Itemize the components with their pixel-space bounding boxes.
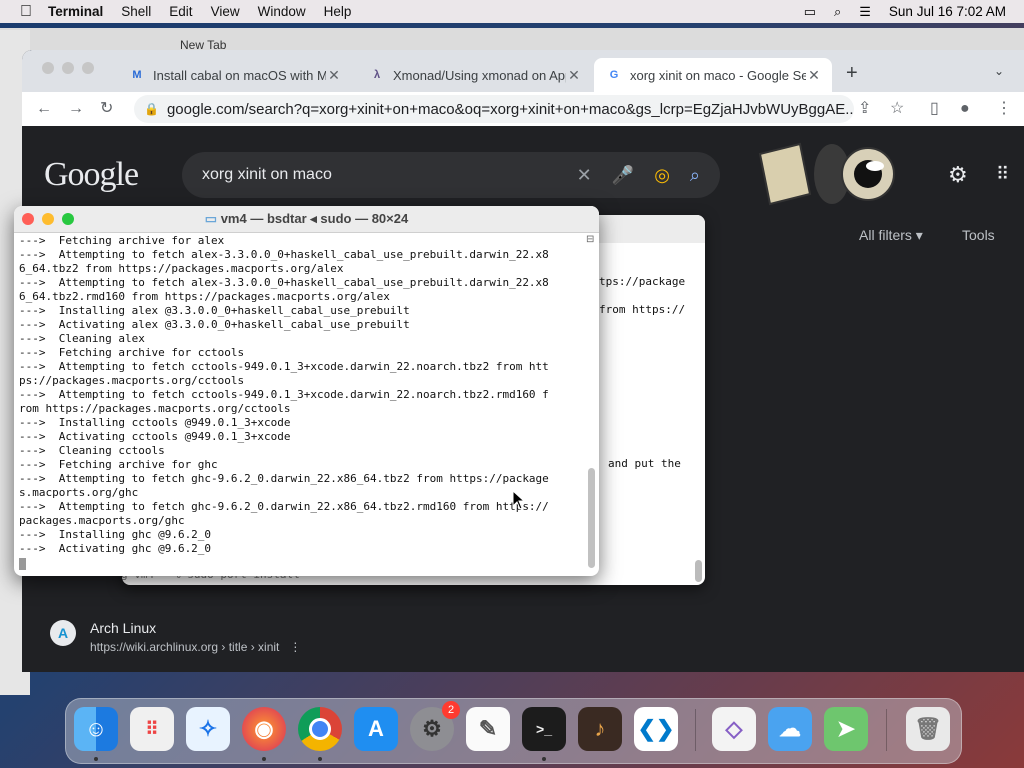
terminal-glyph: >_ — [536, 721, 552, 737]
search-box[interactable]: xorg xinit on maco ✕ 🎤 ◎ ⌕ — [182, 152, 720, 198]
profile-avatar-icon[interactable]: ● — [960, 101, 970, 117]
running-indicator — [318, 757, 322, 761]
lens-search-icon[interactable]: ◎ — [654, 165, 670, 186]
running-indicator — [94, 757, 98, 761]
all-filters-button[interactable]: All filters ▾ — [859, 227, 923, 244]
close-window-button[interactable] — [42, 62, 54, 74]
dock-divider — [695, 709, 696, 751]
screen-mirroring-icon[interactable]: ▭ — [804, 4, 816, 20]
visual-studio-icon[interactable]: ◇ — [712, 707, 756, 751]
google-favicon-icon: G — [609, 69, 619, 81]
terminal-cursor — [19, 558, 26, 570]
tab-strip: M Install cabal on macOS with Ma ✕ λ Xmo… — [22, 50, 1024, 92]
terminal-titlebar[interactable]: ▭ vm4 — bsdtar ◂ sudo — 80×24 — [14, 206, 599, 233]
bookmark-star-icon[interactable]: ☆ — [890, 101, 904, 117]
bg-terminal-line: from https:// — [599, 303, 686, 316]
dock-divider — [886, 709, 887, 751]
menu-app-name[interactable]: Terminal — [48, 4, 103, 19]
menu-edit[interactable]: Edit — [169, 4, 192, 19]
tab-search-chevron-icon[interactable]: ⌄ — [994, 64, 1004, 78]
chrome-icon[interactable] — [298, 707, 342, 751]
tab-xmonad[interactable]: λ Xmonad/Using xmonad on App ✕ — [357, 58, 592, 92]
arch-linux-favicon-icon: A — [50, 620, 76, 646]
share-icon[interactable]: ⇪ — [858, 101, 871, 117]
control-center-icon[interactable]: ☰ — [859, 4, 871, 20]
app-store-icon[interactable]: A — [354, 707, 398, 751]
running-indicator — [262, 757, 266, 761]
zoom-window-button[interactable] — [82, 62, 94, 74]
close-tab-icon[interactable]: ✕ — [326, 67, 342, 84]
forward-arrow-icon[interactable]: → — [68, 101, 84, 117]
minimize-window-button[interactable] — [42, 213, 54, 225]
apple-menu-icon[interactable]:  — [20, 3, 32, 21]
haskell-favicon-icon: λ — [373, 69, 381, 81]
search-input[interactable]: xorg xinit on maco — [202, 166, 577, 184]
terminal-scrollbar[interactable] — [588, 468, 595, 568]
voice-search-icon[interactable]: 🎤 — [612, 165, 634, 186]
tools-button[interactable]: Tools — [962, 227, 995, 243]
menu-help[interactable]: Help — [324, 4, 352, 19]
window-controls — [42, 62, 94, 74]
finder-icon[interactable]: ☺ — [74, 707, 118, 751]
tab-install-cabal[interactable]: M Install cabal on macOS with Ma ✕ — [117, 58, 352, 92]
bg-terminal-line: and put the — [608, 457, 681, 470]
vscode-icon[interactable]: ❮❯ — [634, 707, 678, 751]
address-bar-url[interactable]: google.com/search?q=xorg+xinit+on+maco&o… — [167, 101, 854, 118]
dock: ☺ ⠿ ✧ ◉ A ⚙ 2 ✎ >_ ♪ ❮❯ ◇ ☁ ➤ 🗑 — [65, 698, 962, 764]
close-tab-icon[interactable]: ✕ — [806, 67, 822, 84]
clear-search-icon[interactable]: ✕ — [577, 165, 592, 186]
maps-icon[interactable]: ➤ — [824, 707, 868, 751]
weather-icon[interactable]: ☁ — [768, 707, 812, 751]
new-tab-button[interactable]: + — [846, 62, 858, 85]
browser-toolbar: ← → ↻ 🔒 google.com/search?q=xorg+xinit+o… — [22, 92, 1024, 127]
bg-terminal-line: tps://package — [599, 275, 686, 288]
result-url-text: https://wiki.archlinux.org › title › xin… — [90, 640, 280, 654]
result-url[interactable]: https://wiki.archlinux.org › title › xin… — [90, 640, 301, 654]
spotlight-search-icon[interactable]: ⌕ — [834, 4, 841, 20]
address-bar[interactable]: 🔒 google.com/search?q=xorg+xinit+on+maco… — [134, 95, 854, 123]
background-browser-tabbar: New Tab — [0, 28, 1024, 52]
back-arrow-icon[interactable]: ← — [36, 101, 52, 117]
textedit-icon[interactable]: ✎ — [466, 707, 510, 751]
side-panel-icon[interactable]: ▯ — [930, 101, 939, 117]
reload-icon[interactable]: ↻ — [100, 101, 113, 117]
split-pane-icon[interactable]: ⊟ — [586, 234, 594, 245]
zoom-window-button[interactable] — [62, 213, 74, 225]
search-submit-icon[interactable]: ⌕ — [690, 165, 700, 186]
terminal-icon[interactable]: >_ — [522, 707, 566, 751]
minimize-window-button[interactable] — [62, 62, 74, 74]
apps-grid-icon[interactable]: ⠿ — [996, 164, 1009, 185]
close-tab-icon[interactable]: ✕ — [566, 67, 582, 84]
menu-shell[interactable]: Shell — [121, 4, 151, 19]
menu-view[interactable]: View — [211, 4, 240, 19]
trash-icon[interactable]: 🗑 — [906, 707, 950, 751]
running-indicator — [542, 757, 546, 761]
guitar-icon[interactable]: ♪ — [578, 707, 622, 751]
bg-terminal-scrollbar[interactable] — [695, 560, 702, 582]
chrome-menu-icon[interactable]: ⋮ — [996, 101, 1012, 117]
lock-icon[interactable]: 🔒 — [144, 102, 159, 116]
close-window-button[interactable] — [22, 213, 34, 225]
mouse-pointer-icon — [512, 490, 526, 510]
launchpad-icon[interactable]: ⠿ — [130, 707, 174, 751]
folder-icon: ▭ — [204, 211, 218, 226]
google-doodle[interactable] — [750, 134, 900, 214]
notification-badge: 2 — [442, 701, 460, 719]
terminal-output[interactable]: ---> Fetching archive for alex ---> Atte… — [19, 234, 584, 574]
result-site-name[interactable]: Arch Linux — [90, 620, 156, 636]
menu-bar:  Terminal Shell Edit View Window Help ▭… — [0, 0, 1024, 23]
google-logo[interactable]: Google — [44, 156, 139, 194]
terminal-window[interactable]: ▭ vm4 — bsdtar ◂ sudo — 80×24 ---> Fetch… — [14, 206, 599, 576]
settings-gear-icon[interactable]: ⚙ — [948, 162, 968, 188]
terminal-title: vm4 — bsdtar ◂ sudo — 80×24 — [220, 211, 409, 226]
menu-clock[interactable]: Sun Jul 16 7:02 AM — [889, 4, 1006, 19]
safari-icon[interactable]: ✧ — [186, 707, 230, 751]
firefox-icon[interactable]: ◉ — [242, 707, 286, 751]
tab-google-search[interactable]: G xorg xinit on maco - Google Se ✕ — [594, 58, 832, 92]
menu-window[interactable]: Window — [258, 4, 306, 19]
macports-favicon-icon: M — [132, 69, 142, 81]
all-filters-label: All filters — [859, 227, 912, 243]
